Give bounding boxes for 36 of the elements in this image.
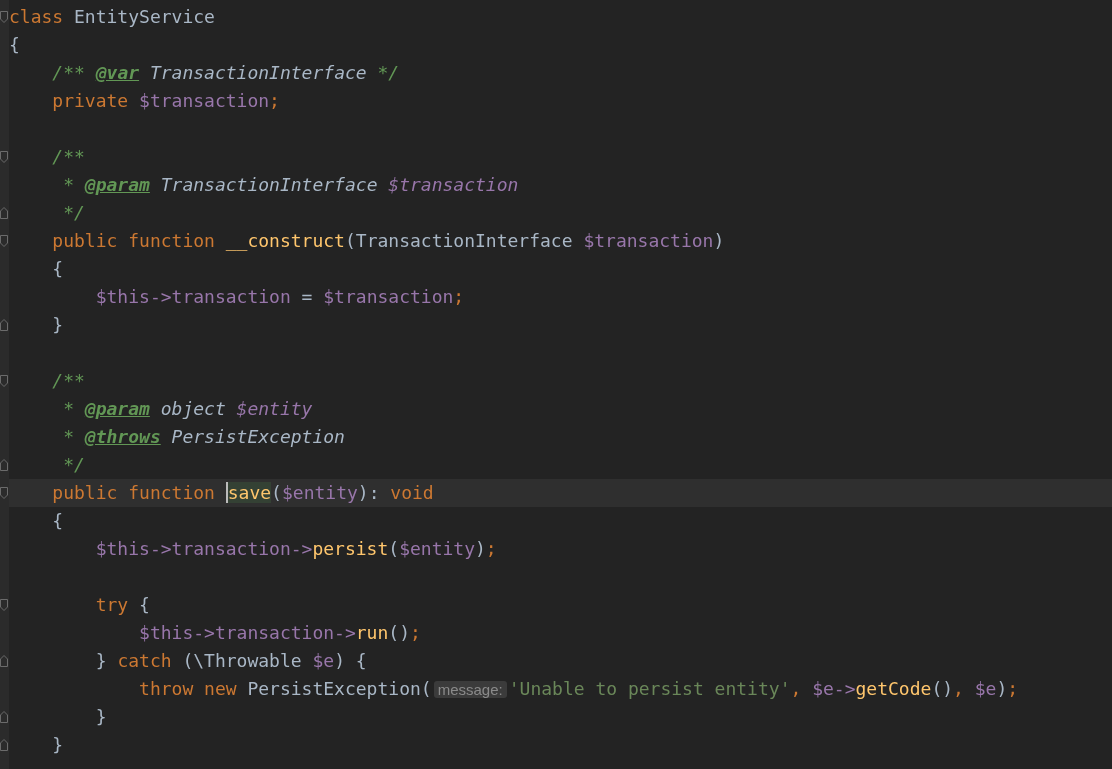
code-line: */ xyxy=(62,453,85,477)
code-line: } xyxy=(51,733,64,757)
code-line: throw new PersistException( message: 'Unable to persist entity', $e->getCode(), $e); xyxy=(138,676,1019,701)
fold-icon[interactable] xyxy=(0,151,8,163)
fold-icon[interactable] xyxy=(0,655,8,667)
fold-icon[interactable] xyxy=(0,599,8,611)
code-line: } xyxy=(51,313,64,337)
code-line: * @param object $entity xyxy=(62,397,313,421)
code-line: } xyxy=(94,705,107,729)
code-line: { xyxy=(9,33,20,57)
code-line: /** @var TransactionInterface */ xyxy=(51,61,400,85)
code-line: $this->transaction->run(); xyxy=(138,621,421,645)
code-line: */ xyxy=(62,201,85,225)
fold-icon[interactable] xyxy=(0,235,8,247)
fold-icon[interactable] xyxy=(0,11,8,23)
code-line: /** xyxy=(51,369,85,393)
code-line: $this->transaction = $transaction; xyxy=(94,285,465,309)
code-line: public function __construct(TransactionInterface $transaction) xyxy=(51,229,725,253)
fold-icon[interactable] xyxy=(0,739,8,751)
code-line: * @param TransactionInterface $transaction xyxy=(62,173,519,197)
code-line: private $transaction; xyxy=(51,89,280,113)
code-line: { xyxy=(51,509,64,533)
fold-icon[interactable] xyxy=(0,711,8,723)
code-line: { xyxy=(51,257,64,281)
fold-icon[interactable] xyxy=(0,319,8,331)
code-line: * @throws PersistException xyxy=(62,425,345,449)
code-line: public function save($entity): void xyxy=(51,481,434,505)
code-line: class EntityService xyxy=(9,5,215,29)
code-line: /** xyxy=(51,145,85,169)
code-line: $this->transaction->persist($entity); xyxy=(94,537,497,561)
fold-icon[interactable] xyxy=(0,207,8,219)
fold-icon[interactable] xyxy=(0,487,8,499)
code-line: try { xyxy=(94,593,150,617)
fold-icon[interactable] xyxy=(0,459,8,471)
code-line: } catch (\Throwable $e) { xyxy=(94,649,367,673)
fold-icon[interactable] xyxy=(0,375,8,387)
